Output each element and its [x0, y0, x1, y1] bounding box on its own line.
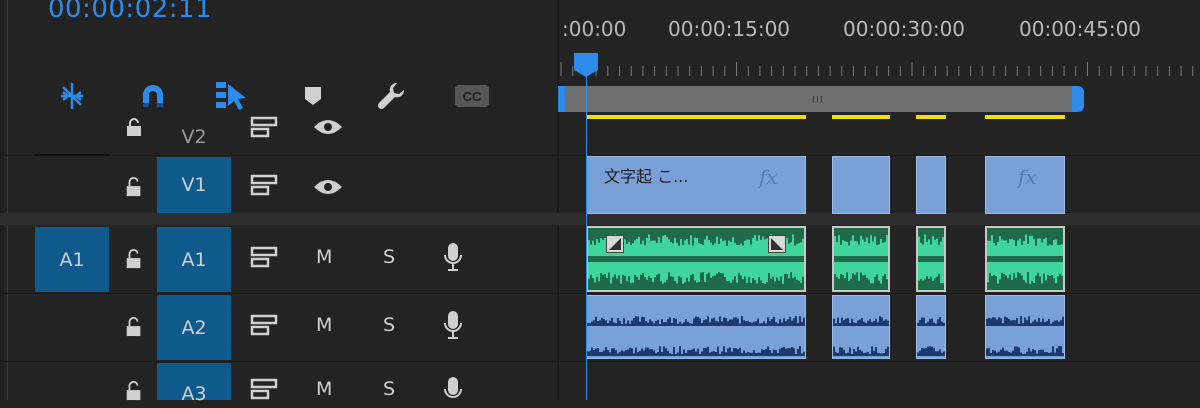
sync-lock-icon[interactable]: [246, 172, 282, 198]
render-bar: [985, 115, 1065, 119]
microphone-icon[interactable]: [440, 240, 466, 274]
scrollbar-grip[interactable]: III: [812, 95, 824, 106]
audio-waveform: [834, 228, 888, 290]
linked-selection-icon[interactable]: [211, 78, 251, 114]
audio-clip[interactable]: [586, 295, 806, 359]
fx-badge: fx: [1018, 165, 1037, 189]
mute-button[interactable]: M: [316, 378, 332, 400]
video-clip-title: 文字起 こ...: [604, 167, 689, 186]
track-target-a2[interactable]: A2: [157, 295, 231, 360]
video-clip[interactable]: [832, 156, 890, 214]
render-bar: [916, 115, 946, 119]
ruler-label-1: 00:00:15:00: [668, 17, 791, 41]
wrench-icon[interactable]: [371, 78, 411, 114]
solo-button[interactable]: S: [383, 314, 395, 336]
source-patch-a1[interactable]: A1: [35, 227, 109, 292]
video-audio-divider[interactable]: [0, 213, 1200, 225]
audio-clip[interactable]: [916, 226, 946, 292]
track-divider: [0, 361, 1200, 362]
sync-lock-icon[interactable]: [246, 376, 282, 402]
sync-lock-icon[interactable]: [246, 312, 282, 338]
playhead-timecode[interactable]: 00:00:02:11: [48, 0, 212, 24]
mute-button[interactable]: M: [316, 246, 332, 268]
lock-icon[interactable]: [124, 248, 144, 270]
track-target-a1[interactable]: A1: [157, 227, 231, 292]
transition-icon[interactable]: [606, 235, 624, 253]
fx-badge: fx: [759, 165, 778, 189]
audio-waveform: [587, 316, 805, 356]
add-marker-icon[interactable]: [293, 78, 333, 114]
video-clip[interactable]: [916, 156, 946, 214]
header-timeline-divider: [557, 0, 559, 400]
audio-clip[interactable]: [916, 295, 946, 359]
playhead-line[interactable]: [586, 76, 587, 400]
source-patch-divider: [35, 154, 109, 156]
ruler-label-2: 00:00:30:00: [843, 17, 966, 41]
lock-icon[interactable]: [124, 316, 144, 338]
playhead-handle[interactable]: [573, 52, 599, 78]
eye-icon[interactable]: [310, 114, 346, 140]
panel-edge-line: [7, 0, 8, 400]
audio-waveform: [918, 228, 944, 290]
mute-button[interactable]: M: [316, 314, 332, 336]
magnet-icon[interactable]: [133, 78, 173, 114]
audio-clip[interactable]: [832, 295, 890, 359]
solo-button[interactable]: S: [383, 246, 395, 268]
solo-button[interactable]: S: [383, 378, 395, 400]
microphone-icon[interactable]: [440, 374, 466, 408]
audio-waveform: [986, 316, 1064, 356]
time-ruler-ticks[interactable]: [559, 62, 1200, 76]
zoom-scrollbar-left-handle[interactable]: [558, 86, 565, 112]
track-divider: [0, 293, 1200, 294]
audio-waveform: [917, 317, 945, 356]
captions-icon[interactable]: CC: [452, 78, 492, 114]
lock-icon[interactable]: [124, 116, 144, 138]
sync-lock-icon[interactable]: [246, 114, 282, 140]
audio-waveform: [987, 228, 1063, 290]
lock-icon[interactable]: [124, 380, 144, 402]
render-bar: [586, 115, 806, 119]
audio-clip[interactable]: [985, 295, 1065, 359]
zoom-scrollbar-right-handle[interactable]: [1072, 86, 1084, 112]
render-bar: [832, 115, 890, 119]
track-target-a3[interactable]: A3: [157, 363, 231, 405]
audio-clip[interactable]: [985, 226, 1065, 292]
captions-label: CC: [455, 85, 489, 107]
microphone-icon[interactable]: [440, 308, 466, 342]
lock-icon[interactable]: [124, 176, 144, 198]
track-target-v2[interactable]: V2: [157, 118, 231, 155]
eye-icon[interactable]: [310, 174, 346, 200]
snap-icon[interactable]: [52, 78, 92, 114]
audio-clip[interactable]: [832, 226, 890, 292]
ruler-label-3: 00:00:45:00: [1019, 17, 1142, 41]
track-target-v1[interactable]: V1: [157, 157, 231, 213]
ruler-label-0: :00:00: [562, 17, 627, 41]
sync-lock-icon[interactable]: [246, 244, 282, 270]
panel-edge: [0, 0, 3, 400]
audio-waveform: [833, 316, 889, 356]
transition-icon[interactable]: [768, 235, 786, 253]
